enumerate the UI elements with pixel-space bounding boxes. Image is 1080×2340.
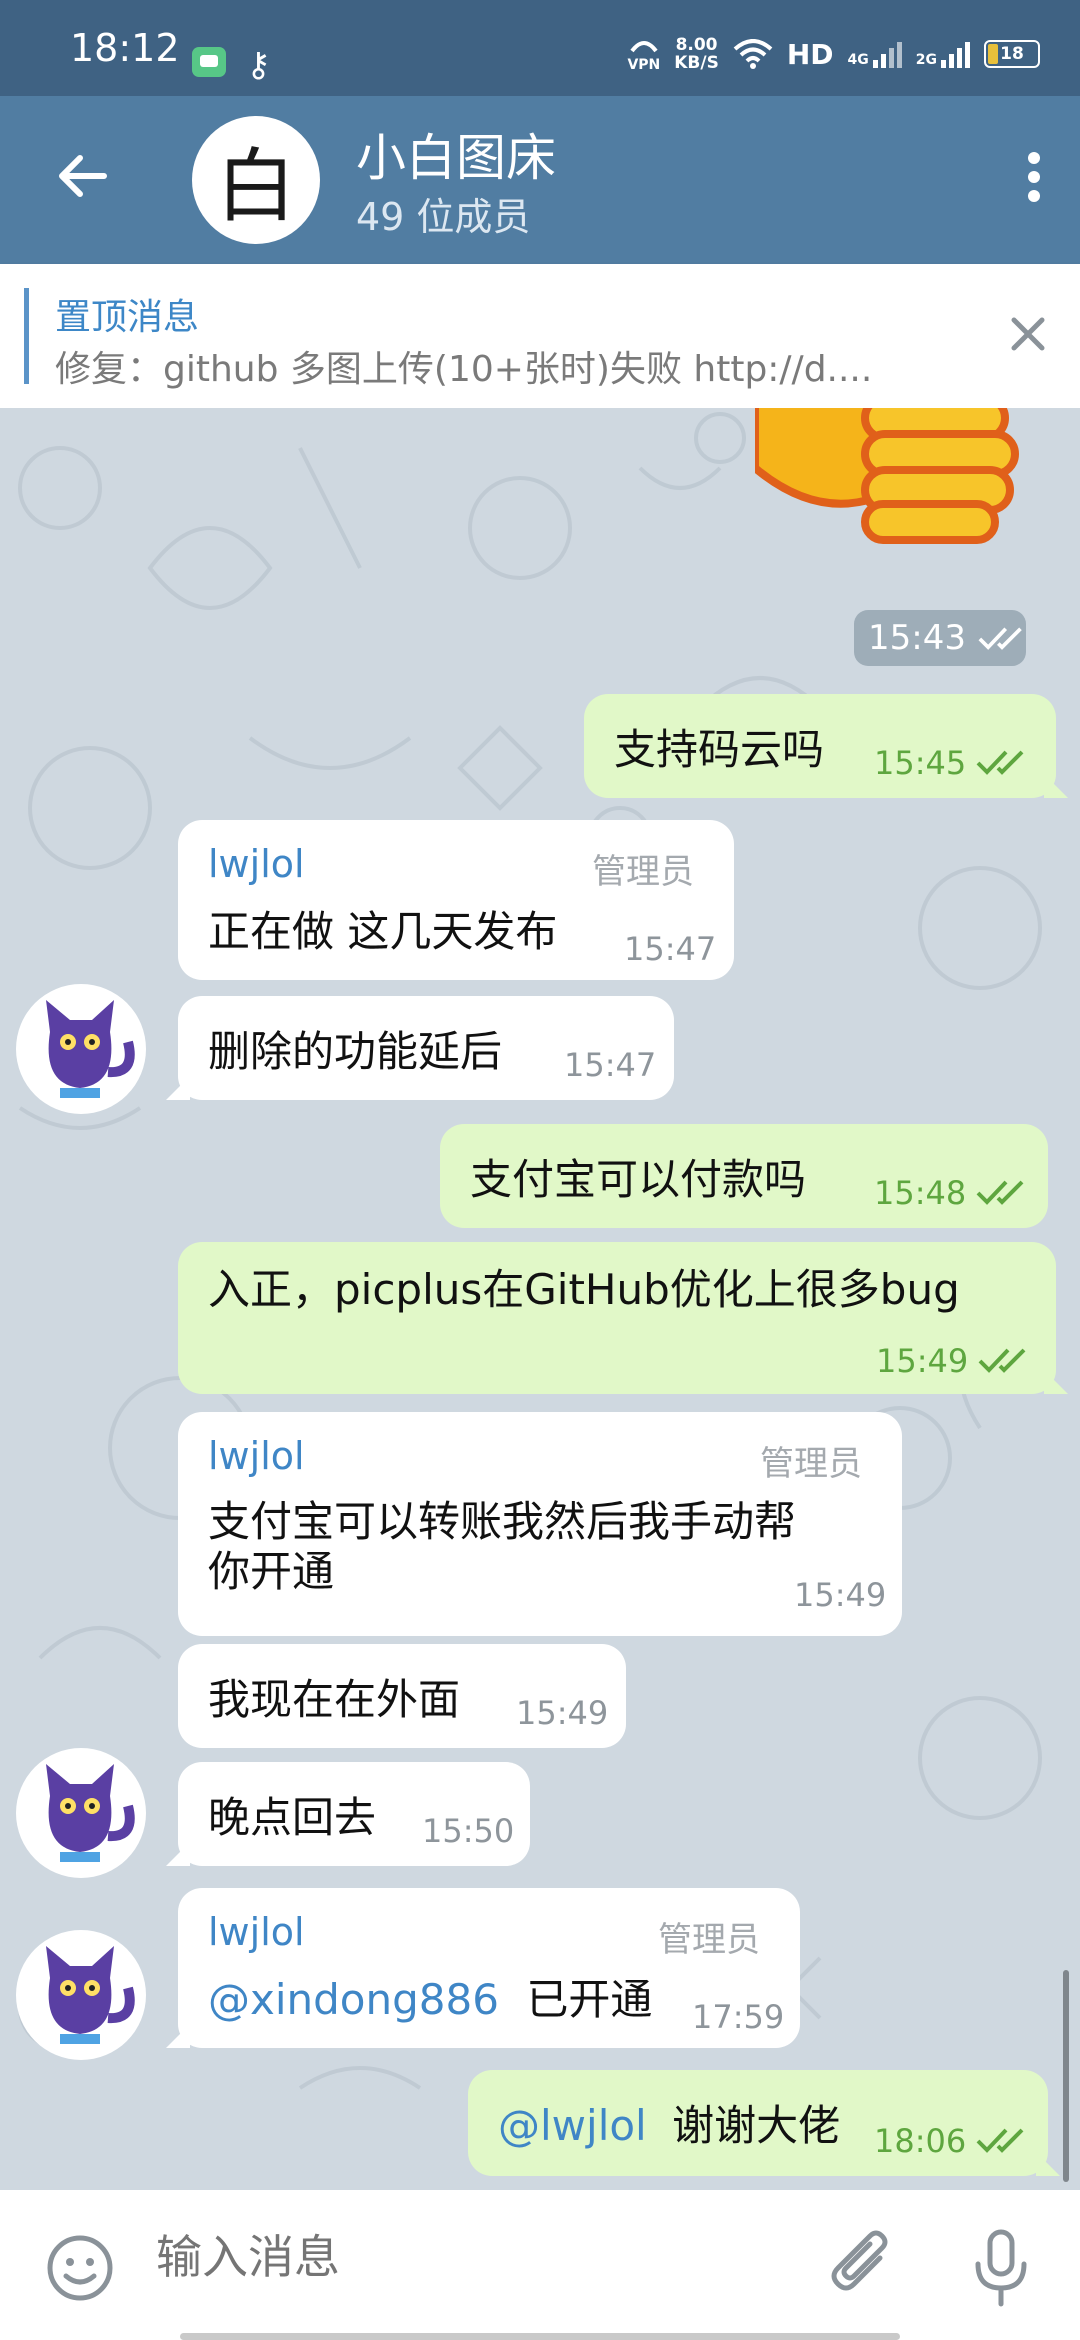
- message-text: 入正，picplus在GitHub优化上很多bug: [208, 1265, 960, 1314]
- thumbs-up-sticker[interactable]: [755, 408, 1025, 548]
- scrollbar[interactable]: [1063, 1970, 1069, 2182]
- double-check-icon: [976, 2128, 1024, 2153]
- message-composer: [0, 2190, 1080, 2340]
- message-bubble-outgoing[interactable]: 支持码云吗 15:45: [584, 694, 1056, 798]
- message-time: 18:06: [874, 2122, 967, 2160]
- paperclip-icon[interactable]: [830, 2228, 900, 2308]
- message-text: 支付宝可以付款吗: [470, 1155, 807, 1204]
- close-icon[interactable]: [1008, 314, 1048, 354]
- message-bubble-incoming[interactable]: lwjlol 管理员 正在做 这几天发布 15:47: [178, 820, 734, 980]
- message-time: 15:49: [876, 1342, 969, 1380]
- vpn-indicator: VPN: [627, 37, 660, 72]
- message-time: 15:49: [794, 1576, 887, 1614]
- sticker-time: 15:43: [868, 618, 966, 658]
- battery-icon: 18: [984, 40, 1040, 68]
- network-type-2: 2G: [915, 52, 937, 68]
- mention-link[interactable]: @xindong886: [208, 1975, 499, 2024]
- network-type-1: 4G: [847, 52, 869, 68]
- wifi-icon: [733, 39, 773, 69]
- admin-badge: 管理员: [592, 852, 694, 892]
- message-bubble-incoming[interactable]: lwjlol 管理员 支付宝可以转账我然后我手动帮 你开通 15:49: [178, 1412, 902, 1636]
- sender-name[interactable]: lwjlol: [208, 1910, 305, 1954]
- message-bubble-outgoing[interactable]: 支付宝可以付款吗 15:48: [440, 1124, 1048, 1228]
- message-text: 我现在在外面: [208, 1675, 461, 1724]
- chat-title[interactable]: 小白图床: [356, 118, 556, 190]
- pinned-accent-bar: [24, 288, 29, 384]
- message-text: @lwjlol 谢谢大佬: [498, 2092, 840, 2153]
- message-time: 15:47: [624, 930, 717, 968]
- message-bubble-outgoing[interactable]: @lwjlol 谢谢大佬 18:06: [468, 2070, 1048, 2176]
- user-avatar[interactable]: [16, 1930, 146, 2060]
- signal-bars-1-icon: [872, 40, 902, 68]
- message-time: 15:50: [422, 1812, 515, 1850]
- message-bubble-incoming[interactable]: 我现在在外面 15:49: [178, 1644, 626, 1748]
- message-list[interactable]: 15:43 支持码云吗 15:45 lwjlol 管理员 正在做 这几天发布 1…: [0, 408, 1080, 2190]
- message-time: 17:59: [692, 1998, 785, 2036]
- status-time: 18:12: [70, 26, 180, 70]
- message-text: 正在做 这几天发布: [208, 907, 558, 956]
- message-text: 晚点回去: [208, 1793, 377, 1842]
- more-vert-icon[interactable]: [1026, 152, 1042, 208]
- user-avatar[interactable]: [16, 1748, 146, 1878]
- message-text-body: 谢谢大佬: [672, 2101, 841, 2150]
- message-text: 删除的功能延后: [208, 1027, 503, 1076]
- back-arrow-icon[interactable]: [52, 146, 112, 206]
- chat-header: 白 小白图床 49 位成员: [0, 96, 1080, 264]
- sticker-time-chip: 15:43: [854, 610, 1026, 666]
- user-avatar[interactable]: [16, 984, 146, 1114]
- message-time: 15:48: [874, 1174, 967, 1212]
- cat-avatar: [46, 1946, 135, 2044]
- message-text-line-2: 你开通: [208, 1547, 335, 1596]
- pinned-text: 修复：github 多图上传(10+张时)失败 http://d....: [55, 349, 873, 390]
- vpn-shield-icon: [630, 40, 658, 52]
- message-time: 15:47: [564, 1046, 657, 1084]
- message-time: 15:45: [874, 744, 967, 782]
- message-text: @xindong886 已开通: [208, 1966, 652, 2027]
- double-check-icon: [978, 1348, 1026, 1373]
- sender-name[interactable]: lwjlol: [208, 842, 305, 886]
- pinned-title: 置顶消息: [55, 297, 200, 338]
- microphone-icon[interactable]: [966, 2226, 1036, 2310]
- message-bubble-outgoing[interactable]: 入正，picplus在GitHub优化上很多bug 15:49: [178, 1242, 1056, 1394]
- mention-link[interactable]: @lwjlol: [498, 2101, 647, 2150]
- message-bubble-incoming[interactable]: 晚点回去 15:50: [178, 1762, 530, 1866]
- chat-notification-icon: [192, 47, 226, 77]
- battery-level: 18: [1000, 44, 1024, 64]
- group-avatar[interactable]: 白: [192, 116, 320, 244]
- pinned-message[interactable]: 置顶消息 修复：github 多图上传(10+张时)失败 http://d...…: [0, 264, 1080, 408]
- message-bubble-incoming[interactable]: 删除的功能延后 15:47: [178, 996, 674, 1100]
- emoji-icon[interactable]: [44, 2232, 116, 2304]
- double-check-icon: [976, 1180, 1024, 1205]
- cat-avatar: [46, 1000, 135, 1098]
- gesture-navigation-bar[interactable]: [180, 2333, 900, 2340]
- admin-badge: 管理员: [658, 1920, 760, 1960]
- signal-1: 4G: [848, 40, 902, 68]
- message-time: 15:49: [516, 1694, 609, 1732]
- vpn-label: VPN: [627, 56, 661, 73]
- signal-bars-2-icon: [941, 40, 970, 68]
- speed-value: 8.00: [675, 35, 718, 55]
- message-text: 支持码云吗: [614, 725, 825, 774]
- message-text-body: 已开通: [526, 1975, 653, 2024]
- signal-2: 2G: [916, 40, 970, 68]
- message-input[interactable]: [156, 2230, 756, 2284]
- cat-avatar: [46, 1764, 135, 1862]
- admin-badge: 管理员: [760, 1444, 862, 1484]
- status-bar: 18:12 ⚷ VPN 8.00 KB/S HD 4G 2G 18: [0, 0, 1080, 96]
- message-bubble-incoming[interactable]: lwjlol 管理员 @xindong886 已开通 17:59: [178, 1888, 800, 2048]
- double-check-icon: [976, 750, 1024, 775]
- hd-indicator: HD: [786, 37, 834, 71]
- network-speed: 8.00 KB/S: [674, 36, 719, 72]
- key-icon: ⚷: [246, 45, 271, 85]
- double-check-icon: [978, 627, 1022, 650]
- status-icons: VPN 8.00 KB/S HD 4G 2G 18: [627, 36, 1040, 72]
- member-count[interactable]: 49 位成员: [356, 186, 530, 241]
- sender-name[interactable]: lwjlol: [208, 1434, 305, 1478]
- speed-unit: KB/S: [674, 53, 719, 73]
